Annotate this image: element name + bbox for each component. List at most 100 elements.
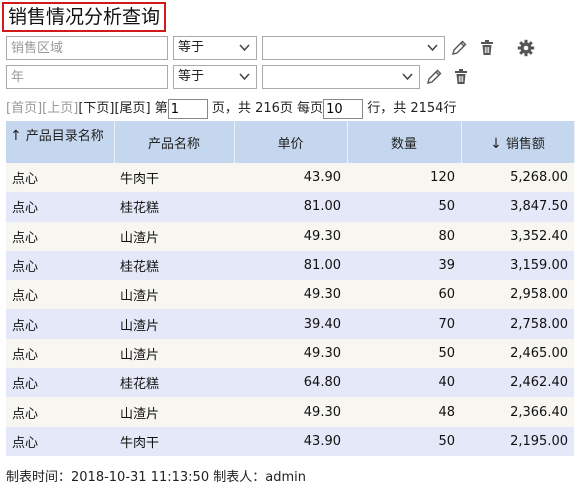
cell-unit-price: 49.30 [234,280,347,310]
cell-category: 点心 [6,250,114,281]
table-row: 点心 桂花糕 81.00 39 3,159.00 [6,250,574,281]
operator-select-2[interactable]: 等于 [173,65,257,89]
cell-unit-price: 49.30 [234,338,347,369]
filter-field-input-1[interactable] [6,36,168,60]
column-header-quantity[interactable]: 数量 [347,121,462,163]
filter-row-2: 等于 [6,65,566,89]
cell-unit-price: 81.00 [234,192,347,222]
cell-quantity: 40 [347,368,461,398]
per-page-input[interactable] [323,99,364,119]
column-label: 单价 [277,136,304,152]
cell-unit-price: 49.30 [234,221,347,251]
pagination-bar: [首页][上页][下页][尾页] 第 页，共 216页 每页 行，共 2154行 [6,99,566,121]
column-label: 数量 [390,136,417,152]
pencil-icon[interactable] [450,39,468,57]
table-body: 点心 牛肉干 43.90 120 5,268.00 点心 桂花糕 81.00 50 3,847.5… [6,163,574,456]
page-number-input[interactable] [167,99,208,119]
chevron-down-icon [402,73,413,81]
cell-sales-amount: 3,847.50 [461,192,574,222]
cell-quantity: 50 [347,426,461,456]
cell-product: 山渣片 [114,280,234,310]
column-header-product[interactable]: 产品名称 [114,121,235,163]
cell-category: 点心 [6,397,114,427]
cell-product: 桂花糕 [114,250,234,281]
table-row: 点心 山渣片 49.30 50 2,465.00 [6,338,574,369]
cell-category: 点心 [6,192,114,222]
filter-value-select-2[interactable] [262,65,420,89]
maker-name: admin [265,470,306,485]
cell-product: 山渣片 [114,221,234,251]
cell-quantity: 80 [347,221,461,251]
cell-unit-price: 49.30 [234,397,347,427]
table-row: 点心 桂花糕 64.80 40 2,462.40 [6,368,574,398]
cell-category: 点心 [6,338,114,369]
cell-quantity: 120 [347,163,461,193]
cell-quantity: 48 [347,397,461,427]
cell-quantity: 39 [347,250,461,281]
cell-product: 牛肉干 [114,163,234,193]
cell-product: 牛肉干 [114,426,234,456]
operator-select-value: 等于 [178,69,205,84]
gear-icon[interactable] [517,39,535,57]
filter-field-input-2[interactable] [6,65,168,89]
last-page-link[interactable]: [尾页] [114,101,150,116]
page-suffix-label: 页，共 [211,101,251,116]
operator-select-value: 等于 [178,40,205,55]
table-row: 点心 牛肉干 43.90 50 2,195.00 [6,426,574,456]
cell-unit-price: 43.90 [234,426,347,456]
filter-value-select-1[interactable] [262,36,445,60]
cell-product: 山渣片 [114,397,234,427]
cell-sales-amount: 5,268.00 [461,163,574,193]
cell-category: 点心 [6,280,114,310]
cell-quantity: 60 [347,280,461,310]
next-page-link[interactable]: [下页] [78,101,114,116]
column-label: 产品目录名称 [25,129,104,144]
maker-label: 制表人： [213,470,266,485]
sales-table: ↑ 产品目录名称 产品名称 单价 数量 ↓ 销售额 点心 牛肉干 43.90 120 5,2… [6,121,575,456]
cell-unit-price: 64.80 [234,368,347,398]
cell-quantity: 70 [347,309,461,339]
column-header-unit-price[interactable]: 单价 [234,121,348,163]
cell-product: 山渣片 [114,338,234,369]
cell-category: 点心 [6,309,114,339]
table-row: 点心 山渣片 49.30 60 2,958.00 [6,280,574,310]
cell-sales-amount: 2,195.00 [461,426,574,456]
cell-sales-amount: 3,159.00 [461,250,574,281]
total-pages: 216页 [255,101,293,116]
column-label: 产品名称 [147,136,200,152]
table-row: 点心 山渣片 49.30 80 3,352.40 [6,221,574,251]
column-header-category[interactable]: ↑ 产品目录名称 [6,121,115,163]
made-time: 2018-10-31 11:13:50 [71,470,210,485]
sort-asc-icon: ↑ [10,128,22,144]
report-footer: 制表时间：2018-10-31 11:13:50 制表人：admin [6,466,306,485]
table-row: 点心 山渣片 49.30 48 2,366.40 [6,397,574,427]
cell-product: 山渣片 [114,309,234,339]
first-page-link[interactable]: [首页] [6,101,42,116]
per-page-label: 每页 [297,101,324,116]
page-title: 销售情况分析查询 [2,2,167,32]
column-header-sales-amount[interactable]: ↓ 销售额 [461,121,575,163]
cell-sales-amount: 2,366.40 [461,397,574,427]
total-rows: 2154行 [410,101,457,116]
table-header-row: ↑ 产品目录名称 产品名称 单价 数量 ↓ 销售额 [6,121,575,163]
trash-icon[interactable] [478,39,496,57]
cell-unit-price: 43.90 [234,163,347,193]
cell-category: 点心 [6,426,114,456]
trash-icon[interactable] [452,68,470,86]
cell-sales-amount: 2,462.40 [461,368,574,398]
cell-product: 桂花糕 [114,368,234,398]
prev-page-link[interactable]: [上页] [42,101,78,116]
chevron-down-icon [239,44,250,52]
cell-sales-amount: 2,758.00 [461,309,574,339]
table-row: 点心 桂花糕 81.00 50 3,847.50 [6,192,574,222]
cell-category: 点心 [6,163,114,193]
cell-category: 点心 [6,368,114,398]
cell-sales-amount: 3,352.40 [461,221,574,251]
cell-sales-amount: 2,465.00 [461,338,574,369]
sort-desc-icon: ↓ [490,135,502,152]
operator-select-1[interactable]: 等于 [173,36,257,60]
per-page-suffix-label: 行，共 [367,101,407,116]
cell-unit-price: 81.00 [234,250,347,281]
chevron-down-icon [427,44,438,52]
pencil-icon[interactable] [425,68,443,86]
